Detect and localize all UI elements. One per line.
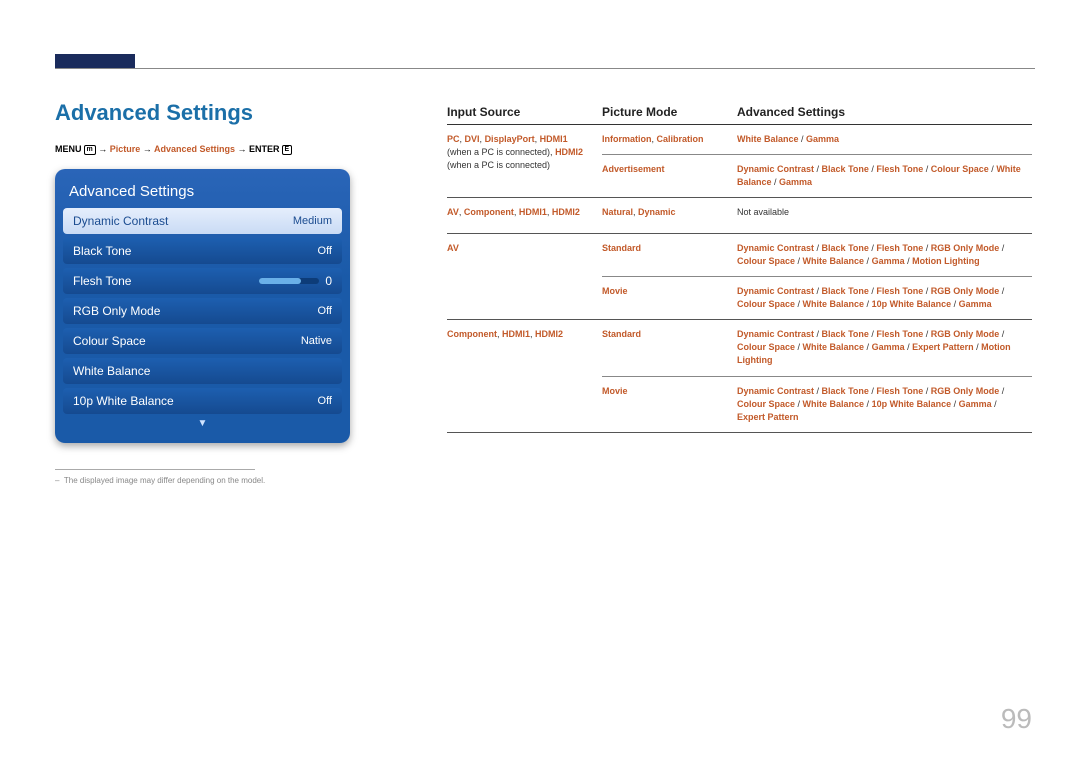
cell-picture-mode: Standard (602, 328, 737, 367)
cell-advanced-settings: Dynamic Contrast / Black Tone / Flesh To… (737, 385, 1032, 424)
footnote-text: – The displayed image may differ dependi… (55, 476, 385, 485)
osd-row-label: Black Tone (73, 244, 131, 258)
osd-row-black-tone[interactable]: Black Tone Off (63, 238, 342, 264)
cell-input-source: Component, HDMI1, HDMI2 (447, 328, 602, 423)
cell-input-source: AV, Component, HDMI1, HDMI2 (447, 206, 602, 225)
breadcrumb-arrow: → (238, 144, 250, 154)
osd-row-white-balance[interactable]: White Balance (63, 358, 342, 384)
cell-advanced-settings: Dynamic Contrast / Black Tone / Flesh To… (737, 242, 1032, 268)
breadcrumb-picture: Picture (110, 144, 141, 154)
cell-picture-mode: Natural, Dynamic (602, 206, 737, 219)
header-picture-mode: Picture Mode (602, 105, 737, 119)
table-row: AV, Component, HDMI1, HDMI2Natural, Dyna… (447, 198, 1032, 234)
osd-panel: Advanced Settings Dynamic Contrast Medium… (55, 169, 350, 443)
osd-row-value: Off (318, 245, 332, 257)
osd-row-label: Dynamic Contrast (73, 214, 168, 228)
table-row: PC, DVI, DisplayPort, HDMI1 (when a PC i… (447, 125, 1032, 198)
settings-table: Input Source Picture Mode Advanced Setti… (447, 105, 1032, 433)
table-row: Component, HDMI1, HDMI2StandardDynamic C… (447, 320, 1032, 432)
cell-advanced-settings: Dynamic Contrast / Black Tone / Flesh To… (737, 328, 1032, 367)
header-input-source: Input Source (447, 105, 602, 119)
cell-advanced-settings: Not available (737, 206, 1032, 219)
osd-scroll-down-icon[interactable]: ▼ (63, 418, 342, 429)
cell-input-source: PC, DVI, DisplayPort, HDMI1 (when a PC i… (447, 133, 602, 189)
osd-row-10p-white-balance[interactable]: 10p White Balance Off (63, 388, 342, 414)
left-column: Advanced Settings MENUm → Picture → Adva… (55, 100, 385, 485)
osd-row-label: RGB Only Mode (73, 304, 160, 318)
osd-row-colour-space[interactable]: Colour Space Native (63, 328, 342, 354)
footnote-divider (55, 469, 255, 470)
page-top-rule (55, 68, 1035, 69)
breadcrumb-menu: MENU (55, 144, 82, 154)
breadcrumb-arrow: → (143, 144, 154, 154)
table-header-row: Input Source Picture Mode Advanced Setti… (447, 105, 1032, 125)
section-title: Advanced Settings (55, 100, 385, 126)
breadcrumb-advanced: Advanced Settings (154, 144, 235, 154)
breadcrumb-enter: ENTER (249, 144, 280, 154)
osd-row-value: Medium (293, 215, 332, 227)
osd-row-label: 10p White Balance (73, 394, 174, 408)
menu-icon: m (84, 145, 96, 155)
osd-row-value: Native (301, 335, 332, 347)
page-accent-bar (55, 54, 135, 68)
osd-row-value: Off (318, 305, 332, 317)
osd-row-rgb-only-mode[interactable]: RGB Only Mode Off (63, 298, 342, 324)
osd-row-label: Colour Space (73, 334, 146, 348)
cell-advanced-settings: Dynamic Contrast / Black Tone / Flesh To… (737, 285, 1032, 311)
osd-row-label: Flesh Tone (73, 274, 131, 288)
cell-picture-mode: Standard (602, 242, 737, 268)
cell-picture-mode: Advertisement (602, 163, 737, 189)
cell-advanced-settings: White Balance / Gamma (737, 133, 1032, 146)
osd-panel-title: Advanced Settings (63, 179, 342, 208)
menu-breadcrumb: MENUm → Picture → Advanced Settings → EN… (55, 144, 385, 155)
breadcrumb-arrow: → (98, 144, 110, 154)
enter-icon: E (282, 145, 293, 155)
slider-track[interactable] (259, 278, 319, 284)
cell-picture-mode: Movie (602, 385, 737, 424)
cell-input-source: AV (447, 242, 602, 311)
cell-picture-mode: Movie (602, 285, 737, 311)
cell-advanced-settings: Dynamic Contrast / Black Tone / Flesh To… (737, 163, 1032, 189)
table-row: AVStandardDynamic Contrast / Black Tone … (447, 234, 1032, 320)
osd-row-flesh-tone[interactable]: Flesh Tone0 (63, 268, 342, 294)
cell-picture-mode: Information, Calibration (602, 133, 737, 146)
header-advanced-settings: Advanced Settings (737, 105, 1032, 119)
osd-row-dynamic-contrast[interactable]: Dynamic Contrast Medium (63, 208, 342, 234)
osd-row-label: White Balance (73, 364, 150, 378)
page-number: 99 (1001, 703, 1032, 735)
osd-row-value: Off (318, 395, 332, 407)
